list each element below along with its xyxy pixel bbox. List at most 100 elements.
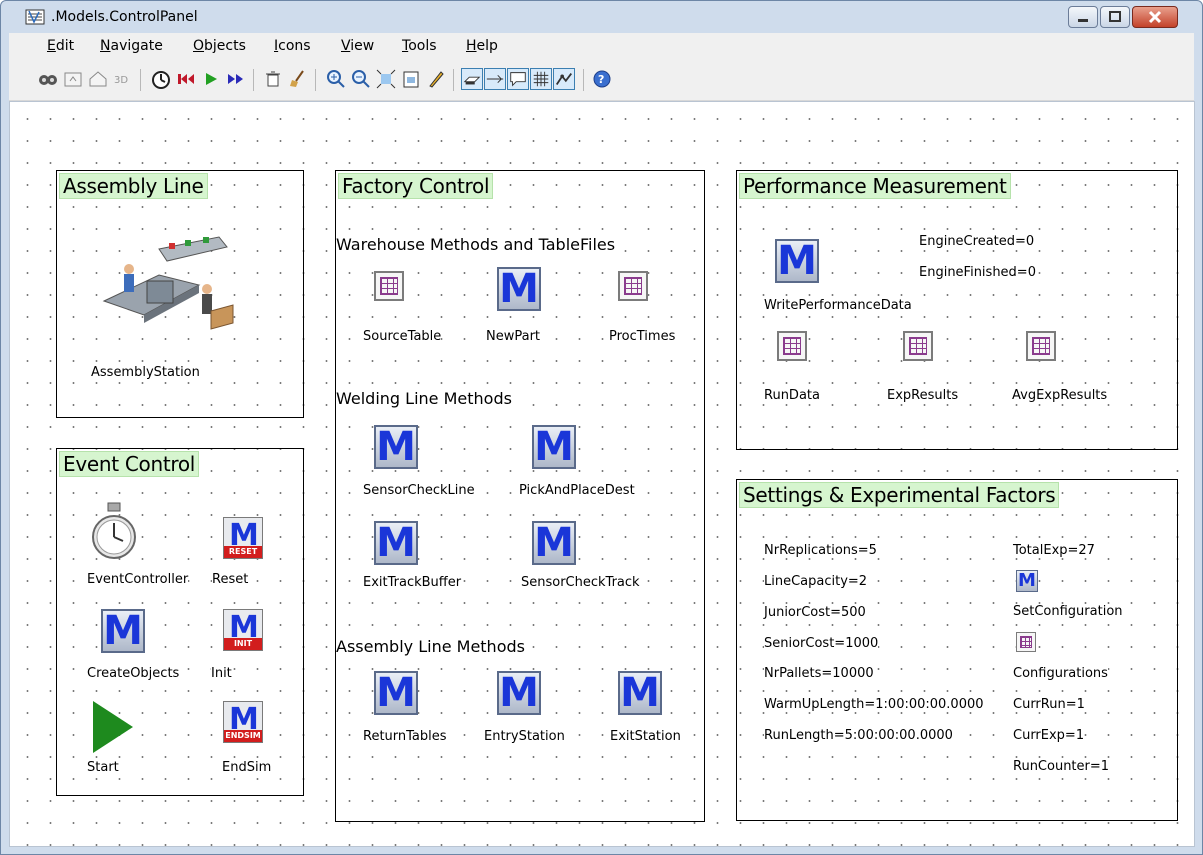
maximize-button[interactable] — [1100, 6, 1130, 28]
title-bar[interactable]: .Models.ControlPanel — [1, 1, 1202, 33]
frame-factory-control[interactable]: Factory Control Warehouse Methods and Ta… — [335, 170, 705, 822]
pick-and-place-dest-method-icon[interactable]: M — [532, 425, 576, 469]
comments-icon[interactable] — [507, 68, 529, 90]
model-canvas[interactable]: Assembly Line AssemblyStation Event Cont… — [9, 101, 1195, 847]
route-icon[interactable] — [553, 68, 575, 90]
frame-settings-experimental-factors[interactable]: Settings & Experimental Factors NrReplic… — [736, 479, 1178, 821]
exit-station-label: ExitStation — [610, 729, 681, 744]
zoom-fit-icon[interactable] — [375, 68, 397, 90]
menu-tools[interactable]: Tools — [402, 38, 437, 54]
run-length-value[interactable]: RunLength=5:00:00:00.0000 — [764, 728, 953, 743]
senior-cost-value[interactable]: SeniorCost=1000 — [764, 636, 879, 651]
menu-view[interactable]: View — [341, 38, 374, 54]
start-icon[interactable] — [91, 699, 135, 755]
entry-station-label: EntryStation — [484, 729, 565, 744]
set-configuration-method-icon[interactable]: M — [1016, 570, 1038, 592]
3d-icon[interactable]: 3D — [112, 68, 134, 90]
proc-times-icon[interactable] — [618, 271, 648, 301]
init-label: Init — [211, 666, 232, 681]
set-configuration-label: SetConfiguration — [1013, 604, 1123, 619]
new-part-method-icon[interactable]: M — [497, 267, 541, 311]
frame-event-control[interactable]: Event Control EventController M RESET Res… — [56, 448, 304, 796]
reset-icon[interactable] — [175, 68, 197, 90]
draw-icon[interactable] — [425, 68, 447, 90]
engine-created-value[interactable]: EngineCreated=0 — [919, 234, 1035, 249]
minimize-button[interactable] — [1068, 6, 1098, 28]
frame-title: Event Control — [59, 451, 200, 477]
write-performance-data-method-icon[interactable]: M — [775, 239, 819, 283]
section-assembly: Assembly Line Methods — [336, 637, 525, 656]
toolbar: 3D ? — [9, 60, 1194, 101]
step-icon[interactable] — [225, 68, 247, 90]
entry-station-method-icon[interactable]: M — [497, 671, 541, 715]
event-controller-icon[interactable] — [90, 501, 138, 563]
return-tables-method-icon[interactable]: M — [374, 671, 418, 715]
configurations-table-icon[interactable] — [1016, 632, 1036, 652]
nr-pallets-value[interactable]: NrPallets=10000 — [764, 666, 874, 681]
menu-icons[interactable]: Icons — [274, 38, 311, 54]
sensor-check-track-method-icon[interactable]: M — [532, 521, 576, 565]
menu-navigate[interactable]: Navigate — [100, 38, 163, 54]
create-objects-method-icon[interactable]: M — [101, 609, 145, 653]
junior-cost-value[interactable]: JuniorCost=500 — [764, 605, 866, 620]
frame-title: Performance Measurement — [739, 173, 1011, 199]
curr-exp-value[interactable]: CurrExp=1 — [1013, 728, 1085, 743]
close-button[interactable] — [1132, 6, 1178, 28]
cleanup-icon[interactable] — [287, 68, 309, 90]
avg-exp-results-icon[interactable] — [1026, 331, 1056, 361]
source-table-icon[interactable] — [374, 271, 404, 301]
reset-method-icon[interactable]: M RESET — [223, 517, 263, 559]
nr-replications-value[interactable]: NrReplications=5 — [764, 543, 877, 558]
edge-icon[interactable] — [484, 68, 506, 90]
start-icon[interactable] — [200, 68, 222, 90]
line-capacity-value[interactable]: LineCapacity=2 — [764, 574, 868, 589]
frame-performance-measurement[interactable]: Performance Measurement M WritePerforman… — [736, 170, 1178, 450]
run-data-icon[interactable] — [777, 331, 807, 361]
menu-objects[interactable]: Objects — [193, 38, 246, 54]
application-window: .Models.ControlPanel Edit Navigate Objec… — [0, 0, 1203, 855]
init-method-icon[interactable]: M INIT — [223, 609, 263, 651]
curr-run-value[interactable]: CurrRun=1 — [1013, 697, 1085, 712]
connector-mode-icon[interactable] — [461, 68, 483, 90]
configurations-label: Configurations — [1013, 666, 1108, 681]
engine-finished-value[interactable]: EngineFinished=0 — [919, 265, 1036, 280]
window-title: .Models.ControlPanel — [51, 9, 198, 25]
open-origin-icon[interactable] — [37, 68, 59, 90]
frame-app-icon — [25, 9, 45, 25]
toolbar-separator — [583, 69, 584, 91]
exp-results-icon[interactable] — [903, 331, 933, 361]
exit-track-buffer-method-icon[interactable]: M — [374, 521, 418, 565]
warm-up-length-value[interactable]: WarmUpLength=1:00:00:00.0000 — [764, 697, 1010, 712]
source-table-label: SourceTable — [363, 329, 442, 344]
exp-results-label: ExpResults — [887, 388, 959, 403]
sensor-check-track-label: SensorCheckTrack — [521, 575, 640, 590]
event-controller-icon[interactable] — [150, 68, 172, 90]
screenshot-icon[interactable] — [400, 68, 422, 90]
sensor-check-line-method-icon[interactable]: M — [374, 425, 418, 469]
write-performance-data-label: WritePerformanceData — [764, 298, 912, 313]
endsim-method-icon[interactable]: M ENDSIM — [223, 701, 263, 743]
menu-edit[interactable]: Edit — [47, 38, 74, 54]
run-data-label: RunData — [764, 388, 820, 403]
help-icon[interactable]: ? — [591, 68, 613, 90]
exit-station-method-icon[interactable]: M — [618, 671, 662, 715]
go-to-parent-icon[interactable] — [62, 68, 84, 90]
svg-text:3D: 3D — [114, 75, 128, 86]
run-counter-value[interactable]: RunCounter=1 — [1013, 759, 1110, 774]
assembly-station-icon[interactable] — [99, 229, 239, 337]
delete-icon[interactable] — [262, 68, 284, 90]
total-exp-value[interactable]: TotalExp=27 — [1013, 543, 1095, 558]
grid-icon[interactable] — [530, 68, 552, 90]
section-warehouse: Warehouse Methods and TableFiles — [336, 235, 616, 254]
frame-title: Assembly Line — [59, 173, 208, 199]
reset-label: Reset — [212, 572, 249, 587]
menu-help[interactable]: Help — [466, 38, 498, 54]
exit-track-buffer-label: ExitTrackBuffer — [363, 575, 462, 590]
zoom-in-icon[interactable] — [325, 68, 347, 90]
frame-assembly-line[interactable]: Assembly Line AssemblyStation — [56, 170, 304, 418]
home-icon[interactable] — [87, 68, 109, 90]
zoom-out-icon[interactable] — [350, 68, 372, 90]
toolbar-separator — [253, 69, 254, 91]
proc-times-label: ProcTimes — [609, 329, 676, 344]
new-part-label: NewPart — [486, 329, 541, 344]
